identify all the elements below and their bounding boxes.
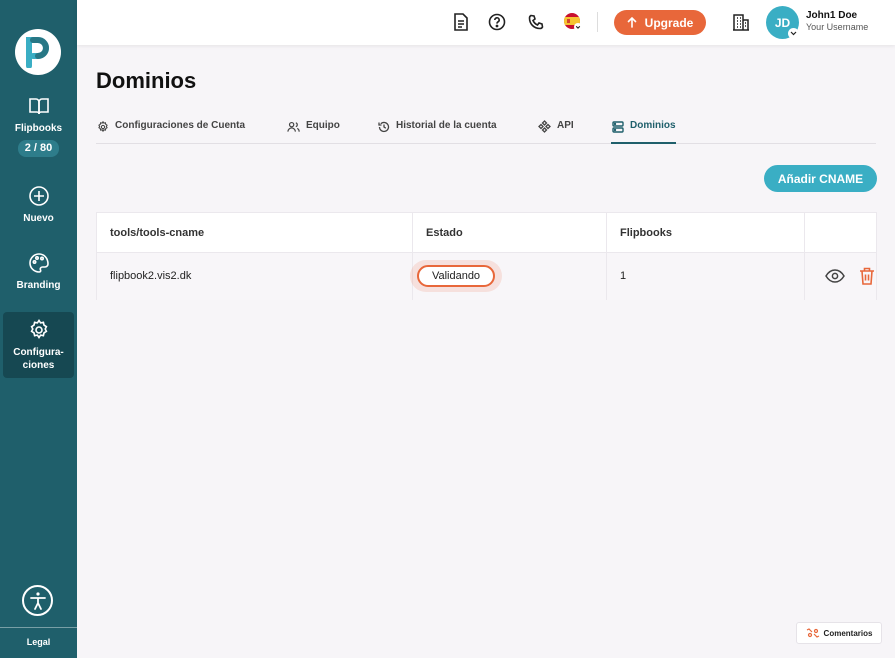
user-username: Your Username <box>806 22 869 32</box>
api-icon <box>538 120 551 133</box>
palette-icon <box>27 251 51 275</box>
tab-label: Dominios <box>630 120 676 131</box>
trash-icon[interactable] <box>856 265 878 287</box>
column-header-cname: tools/tools-cname <box>110 226 205 239</box>
column-header-flipbooks: Flipbooks <box>620 226 672 239</box>
flipbooks-count-cell: 1 <box>620 270 627 282</box>
app-logo[interactable] <box>15 29 61 75</box>
tab-historial-de-la-cuenta[interactable]: Historial de la cuenta <box>377 120 497 144</box>
sidebar-item-flipbooks[interactable]: Flipbooks 2 / 80 <box>3 94 74 157</box>
tab-label: Configuraciones de Cuenta <box>115 120 246 131</box>
book-icon <box>27 94 51 118</box>
topbar-separator <box>597 12 598 32</box>
users-icon <box>287 120 300 133</box>
tab-configuraciones-de-cuenta[interactable]: Configuraciones de Cuenta <box>96 120 245 144</box>
column-divider <box>804 213 805 300</box>
legal-link[interactable]: Legal <box>0 637 77 647</box>
tab-dominios[interactable]: Dominios <box>611 120 676 144</box>
tab-api[interactable]: API <box>538 120 574 144</box>
arrow-up-icon <box>627 17 636 28</box>
chevron-down-icon <box>788 28 799 39</box>
logo-icon <box>26 37 49 68</box>
sidebar-divider <box>0 627 77 628</box>
gear-icon <box>27 318 51 342</box>
sidebar-item-label: Flipbooks <box>14 123 63 134</box>
sidebar-item-label: Branding <box>16 280 61 291</box>
plus-circle-icon <box>27 184 51 208</box>
domains-table: tools/tools-cname Estado Flipbooks flipb… <box>96 212 877 300</box>
page-title: Dominios <box>96 68 197 93</box>
upgrade-label: Upgrade <box>644 15 694 30</box>
add-cname-button[interactable]: Añadir CNAME <box>764 165 877 192</box>
document-icon[interactable] <box>451 12 471 32</box>
domain-cell: flipbook2.vis2.dk <box>110 270 192 282</box>
server-icon <box>611 120 624 133</box>
settings-tabs: Configuraciones de Cuenta Equipo Histori… <box>96 120 876 144</box>
sidebar-item-label: Configura- ciones <box>13 347 64 371</box>
flipbook-count-badge: 2 / 80 <box>17 140 60 157</box>
sidebar-item-label: Nuevo <box>23 213 54 224</box>
top-bar: Upgrade JD John1 Doe Your Username <box>77 0 895 45</box>
sidebar: Flipbooks 2 / 80 Nuevo Branding Configur… <box>0 0 77 658</box>
user-name: John1 Doe <box>806 10 858 21</box>
help-icon[interactable] <box>487 12 507 32</box>
flag-es-icon[interactable] <box>563 12 583 32</box>
status-badge[interactable]: Validando <box>417 265 495 287</box>
feedback-icon <box>806 628 819 638</box>
sidebar-item-branding[interactable]: Branding <box>3 251 74 292</box>
gear-icon <box>96 120 109 133</box>
feedback-label: Comentarios <box>823 628 873 638</box>
tab-label: API <box>557 120 574 131</box>
accessibility-button[interactable] <box>22 585 53 616</box>
column-header-estado: Estado <box>426 226 463 239</box>
history-icon <box>377 120 390 133</box>
sidebar-item-nuevo[interactable]: Nuevo <box>3 184 74 225</box>
accessibility-icon <box>29 591 46 610</box>
sidebar-item-configuraciones[interactable]: Configura- ciones <box>3 312 74 378</box>
tab-equipo[interactable]: Equipo <box>287 120 340 144</box>
building-icon[interactable] <box>731 12 751 32</box>
feedback-button[interactable]: Comentarios <box>796 622 882 644</box>
phone-icon[interactable] <box>526 12 546 32</box>
view-icon[interactable] <box>824 265 846 287</box>
tab-label: Historial de la cuenta <box>396 120 497 131</box>
upgrade-button[interactable]: Upgrade <box>614 10 706 35</box>
tab-label: Equipo <box>306 120 340 131</box>
